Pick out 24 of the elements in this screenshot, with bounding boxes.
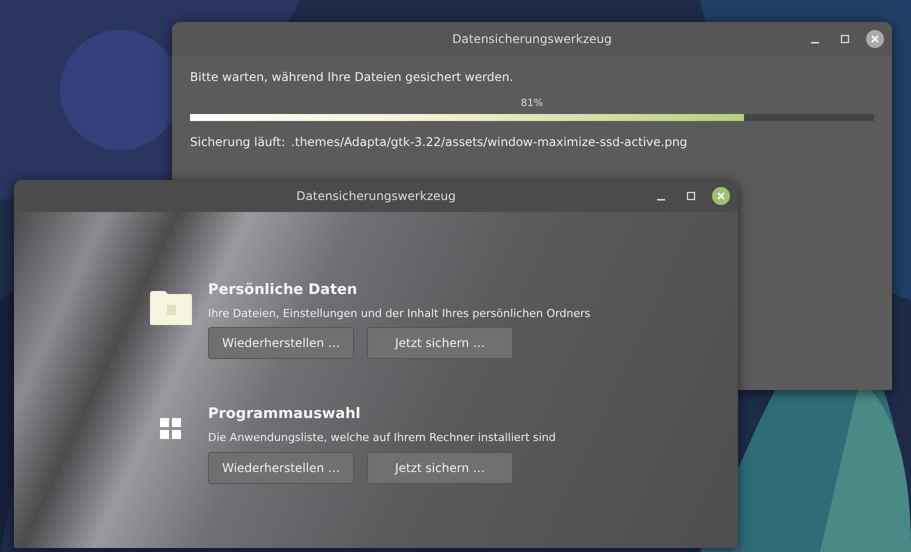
section-title: Persönliche Daten (208, 281, 358, 300)
minimize-icon (657, 199, 665, 201)
section-title: Programmauswahl (208, 405, 362, 424)
backup-button[interactable]: Jetzt sichern … (367, 452, 513, 484)
window-title: Datensicherungswerkzeug (452, 31, 612, 48)
maximize-icon (840, 34, 850, 44)
folder-icon (149, 290, 193, 326)
progress-label: 81% (520, 97, 544, 111)
close-icon (870, 34, 880, 44)
apps-icon (160, 418, 182, 440)
section-description: Ihre Dateien, Einstellungen und der Inhalt Ihres persönlichen Ordners (208, 306, 590, 322)
close-icon (716, 191, 726, 201)
maximize-icon (686, 191, 696, 201)
file-path: .themes/Adapta/gtk-3.22/assets/window-maximize-ssd-active.png (291, 134, 688, 151)
section-description: Die Anwendungsliste, welche auf Ihrem Rechner installiert sind (208, 430, 556, 446)
window-title: Datensicherungswerkzeug (296, 188, 456, 205)
restore-button[interactable]: Wiederherstellen … (208, 327, 354, 360)
close-button[interactable] (866, 30, 884, 48)
close-button[interactable] (712, 187, 730, 205)
backup-button[interactable]: Jetzt sichern … (367, 327, 513, 360)
status-label: Sicherung läuft: (190, 134, 286, 151)
message-text: Bitte warten, während Ihre Dateien gesichert werden. (190, 69, 514, 86)
minimize-icon (811, 42, 819, 44)
restore-button[interactable]: Wiederherstellen … (208, 452, 354, 484)
